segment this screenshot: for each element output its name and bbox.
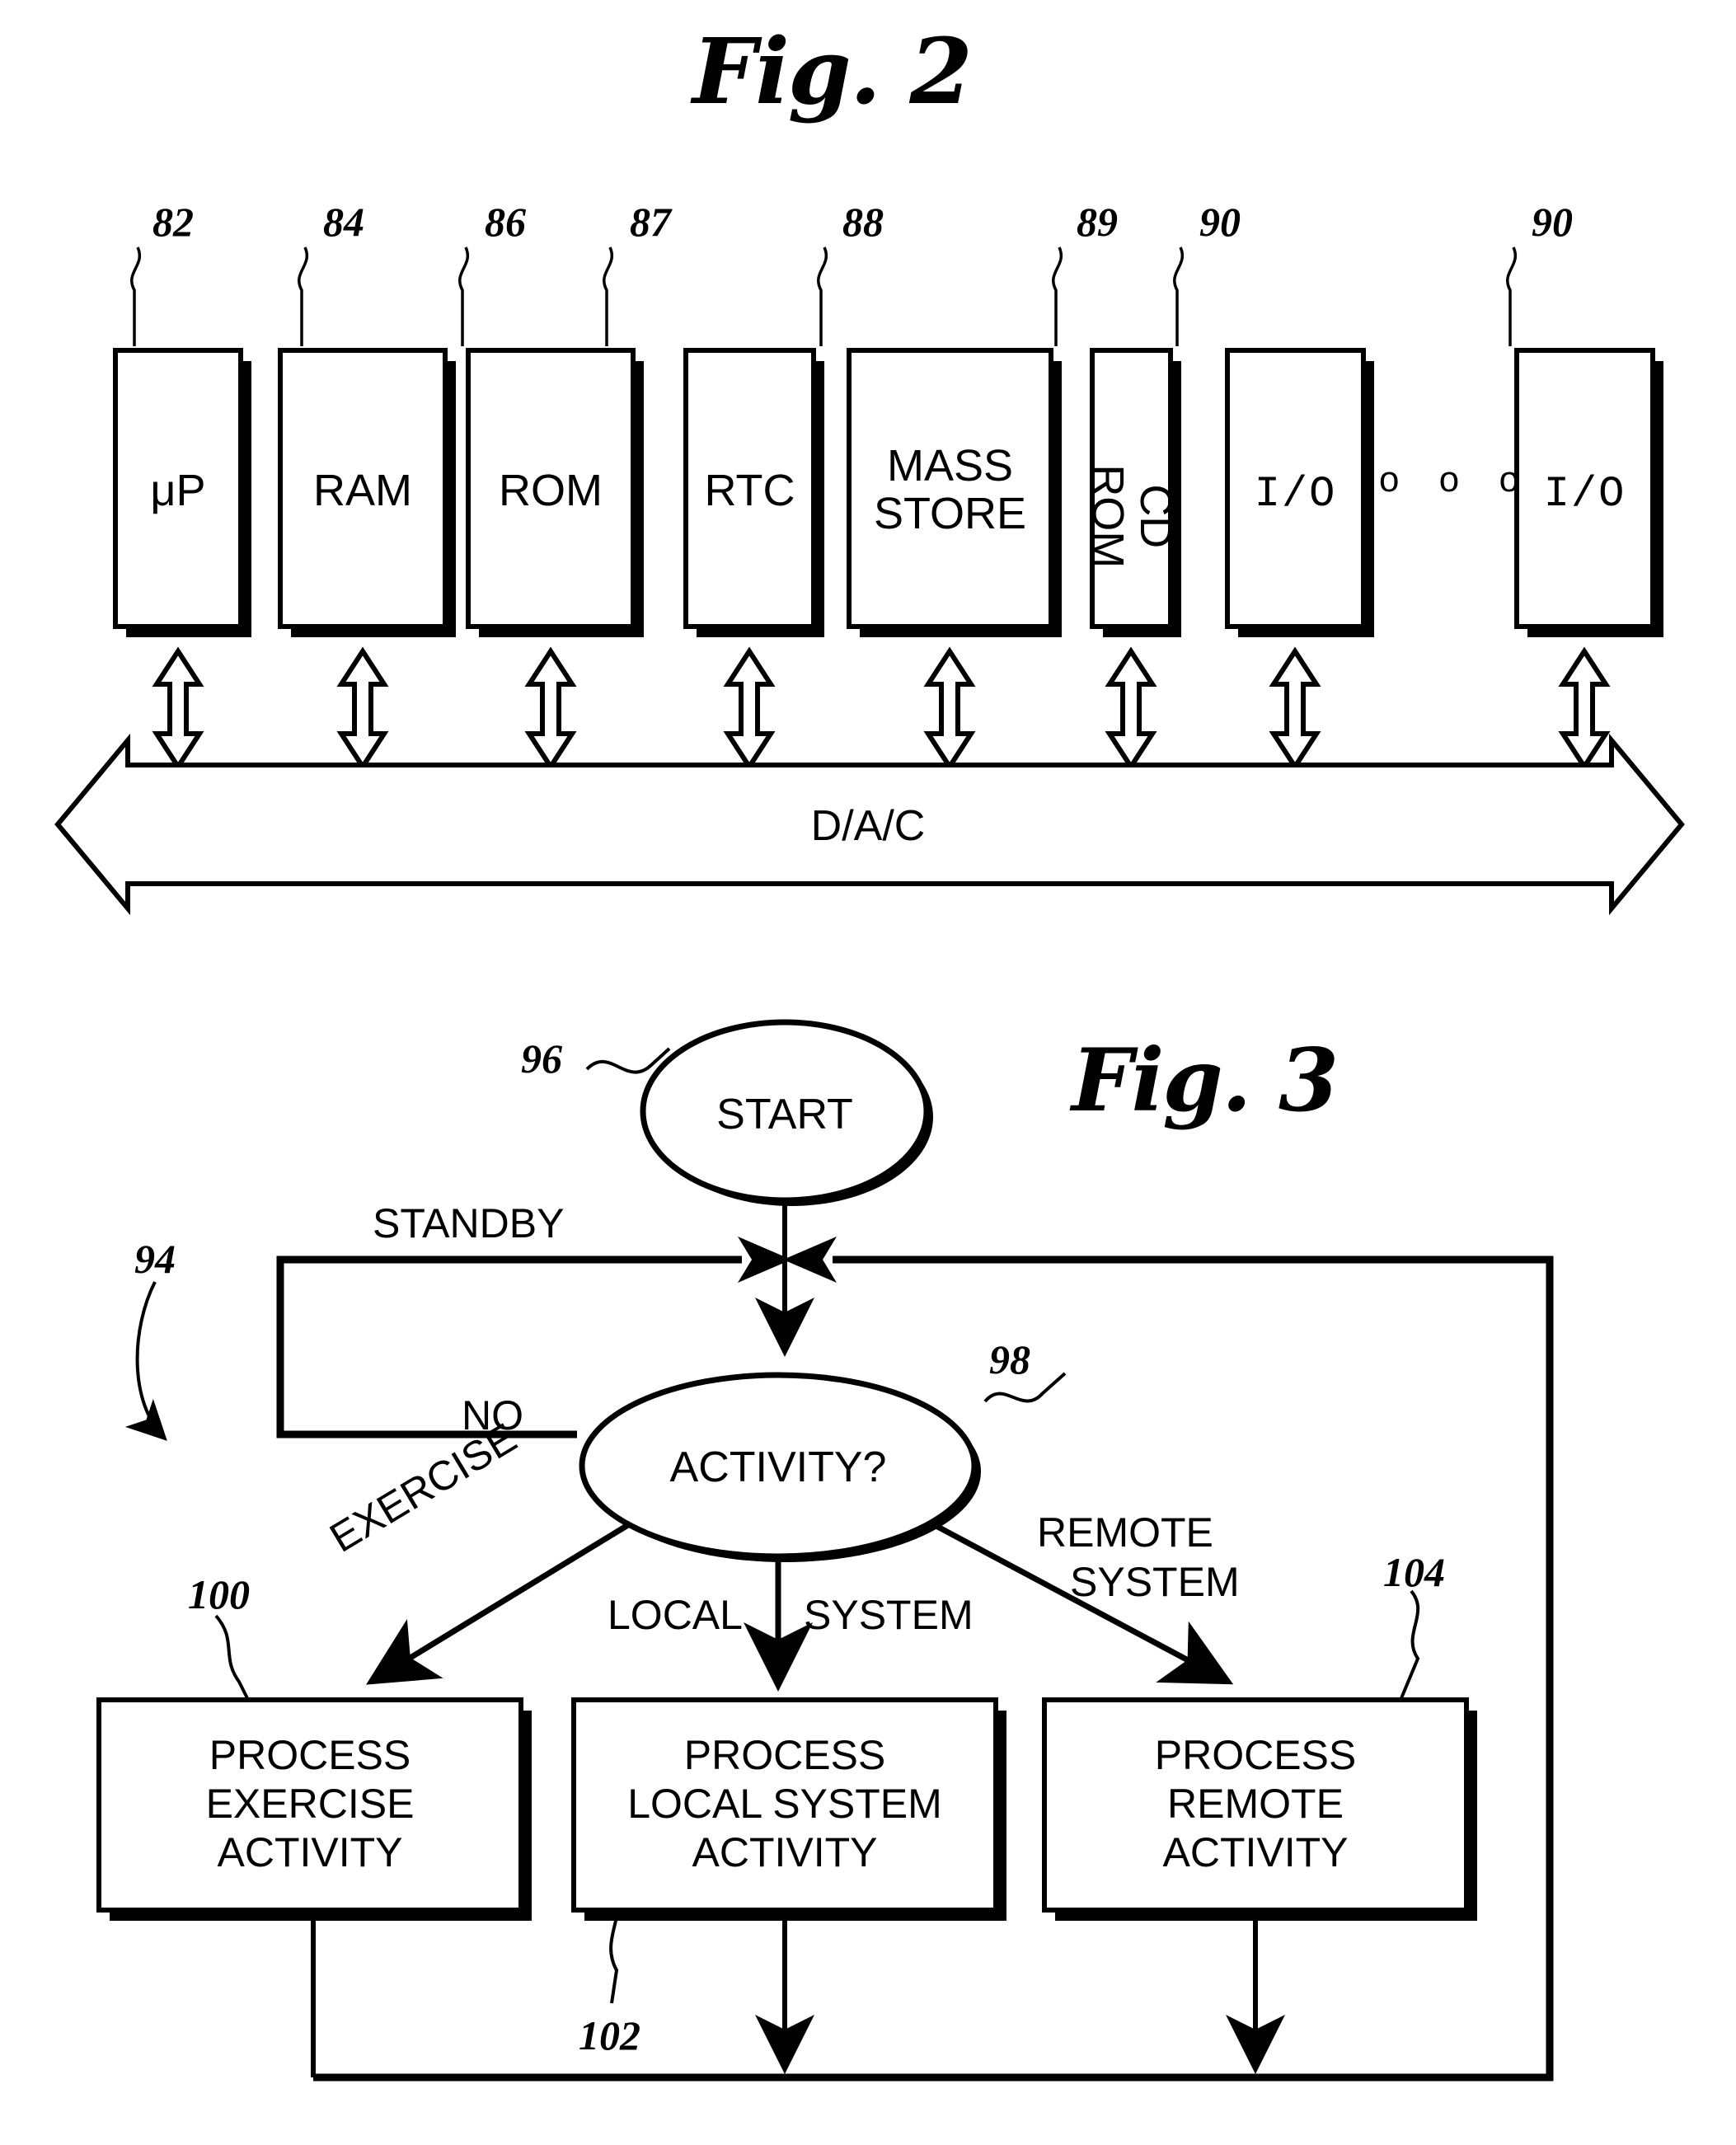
- leader-104: [1400, 1589, 1420, 1699]
- edge-label-remote-line2: SYSTEM: [1070, 1559, 1240, 1605]
- edge-return-loop: [313, 1256, 1554, 2082]
- leader-100: [214, 1614, 249, 1699]
- reference-number-98: 98: [989, 1336, 1030, 1382]
- reference-number-102: 102: [579, 2012, 640, 2058]
- box-label-process-remote: PROCESS REMOTE ACTIVITY: [1154, 1732, 1357, 1875]
- edge-exercise: [366, 1521, 632, 1685]
- return-arrowhead: [783, 1237, 837, 1283]
- reference-number-100: 100: [188, 1571, 250, 1617]
- leader-94: [124, 1281, 167, 1441]
- box-label-process-exercise: PROCESS EXERCISE ACTIVITY: [205, 1732, 415, 1875]
- node-label-activity: ACTIVITY?: [669, 1443, 887, 1491]
- node-label-start: START: [716, 1091, 853, 1138]
- edge-label-system: SYSTEM: [804, 1592, 974, 1638]
- edge-label-remote-line1: REMOTE: [1037, 1509, 1213, 1556]
- box-label-process-local-system: PROCESS LOCAL SYSTEM ACTIVITY: [627, 1732, 942, 1875]
- reference-number-96: 96: [521, 1035, 562, 1082]
- edge-label-standby: STANDBY: [373, 1200, 565, 1246]
- edge-label-local: LOCAL: [608, 1592, 743, 1638]
- reference-number-94: 94: [134, 1236, 176, 1282]
- reference-number-104: 104: [1383, 1549, 1445, 1595]
- patent-drawing-sheet: Fig. 2 82 84 86 87 88 89 90 90 μP RAM RO…: [0, 0, 1736, 2145]
